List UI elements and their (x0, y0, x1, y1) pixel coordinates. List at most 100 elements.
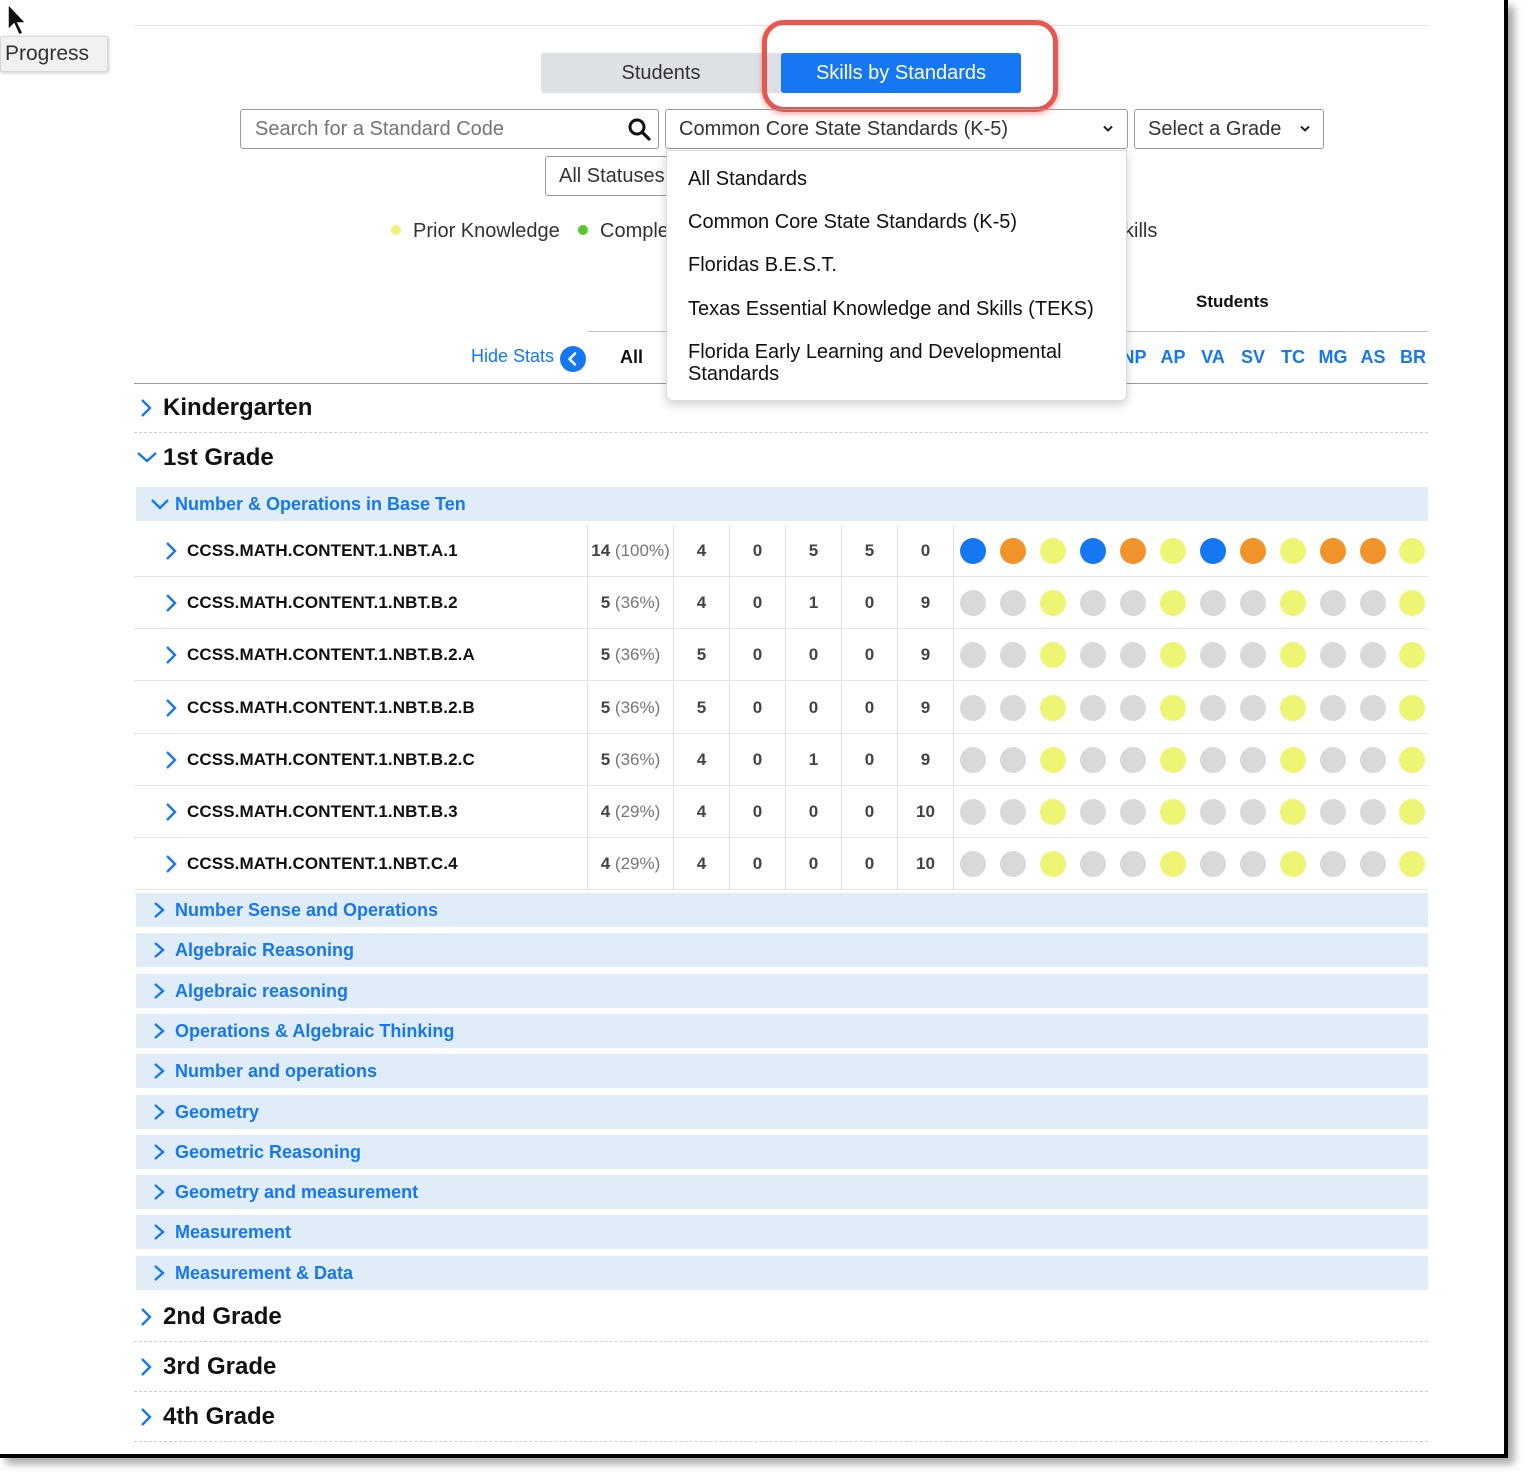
student-status-dot[interactable] (1360, 538, 1386, 564)
grade-row-3rd[interactable]: 3rd Grade (134, 1343, 1428, 1392)
student-status-dot[interactable] (1280, 694, 1306, 721)
student-status-dot[interactable] (960, 746, 986, 773)
student-status-dot[interactable] (1000, 799, 1026, 825)
student-status-dot[interactable] (1160, 694, 1186, 721)
student-status-dot[interactable] (1200, 590, 1226, 617)
student-status-dot[interactable] (1240, 694, 1266, 721)
student-status-dot[interactable] (1399, 746, 1425, 773)
student-status-dot[interactable] (1200, 538, 1226, 564)
student-status-dot[interactable] (1200, 746, 1226, 773)
student-status-dot[interactable] (1120, 851, 1146, 878)
student-status-dot[interactable] (1200, 799, 1226, 825)
student-status-dot[interactable] (1040, 694, 1066, 721)
grade-row-4th[interactable]: 4th Grade (134, 1393, 1428, 1442)
student-status-dot[interactable] (1280, 590, 1306, 617)
student-status-dot[interactable] (1280, 799, 1306, 825)
student-initials-header[interactable]: SV (1233, 347, 1273, 368)
student-status-dot[interactable] (1120, 538, 1146, 564)
student-status-dot[interactable] (1160, 851, 1186, 878)
student-status-dot[interactable] (1120, 799, 1146, 825)
dropdown-option[interactable]: All Standards (688, 168, 1108, 190)
domain-row[interactable]: Geometry and measurement (136, 1175, 1428, 1210)
student-status-dot[interactable] (1120, 590, 1146, 617)
student-status-dot[interactable] (1240, 538, 1266, 564)
student-initials-header[interactable]: TC (1273, 347, 1313, 368)
student-status-dot[interactable] (1000, 694, 1026, 721)
student-initials-header[interactable]: MG (1313, 347, 1353, 368)
student-status-dot[interactable] (1120, 694, 1146, 721)
domain-row[interactable]: Algebraic reasoning (136, 973, 1428, 1008)
domain-row[interactable]: Number Sense and Operations (136, 893, 1428, 927)
student-status-dot[interactable] (1000, 642, 1026, 669)
domain-row[interactable]: Algebraic Reasoning (136, 933, 1428, 968)
tab-students[interactable]: Students (541, 53, 781, 93)
student-status-dot[interactable] (960, 694, 986, 721)
dropdown-option[interactable]: Florida Early Learning and Developmental… (688, 341, 1088, 385)
student-status-dot[interactable] (1280, 642, 1306, 669)
student-status-dot[interactable] (1080, 746, 1106, 773)
student-status-dot[interactable] (960, 851, 986, 878)
dropdown-option[interactable]: Texas Essential Knowledge and Skills (TE… (688, 298, 1108, 320)
domain-row[interactable]: Measurement (136, 1215, 1428, 1250)
student-status-dot[interactable] (1360, 851, 1386, 878)
student-status-dot[interactable] (1040, 746, 1066, 773)
standard-row[interactable]: CCSS.MATH.CONTENT.1.NBT.C.4 4 (29%) 4 0 0 0 10 (134, 838, 1428, 891)
standard-row[interactable]: CCSS.MATH.CONTENT.1.NBT.A.1 14 (100%) 4 0 5 5… (134, 525, 1428, 577)
student-status-dot[interactable] (1120, 642, 1146, 669)
student-status-dot[interactable] (1080, 694, 1106, 721)
student-status-dot[interactable] (1399, 590, 1425, 617)
student-status-dot[interactable] (1280, 851, 1306, 878)
student-status-dot[interactable] (1399, 538, 1425, 564)
student-status-dot[interactable] (1160, 642, 1186, 669)
chevron-left-icon[interactable] (560, 346, 586, 372)
standard-row[interactable]: CCSS.MATH.CONTENT.1.NBT.B.2.B 5 (36%) 5 0 0 0… (134, 681, 1428, 734)
student-status-dot[interactable] (1399, 851, 1425, 878)
student-status-dot[interactable] (1399, 642, 1425, 669)
student-status-dot[interactable] (1200, 851, 1226, 878)
student-status-dot[interactable] (1240, 851, 1266, 878)
student-status-dot[interactable] (1080, 851, 1106, 878)
student-status-dot[interactable] (1399, 799, 1425, 825)
student-status-dot[interactable] (1040, 538, 1066, 564)
student-status-dot[interactable] (1160, 590, 1186, 617)
student-status-dot[interactable] (960, 538, 986, 564)
standard-row[interactable]: CCSS.MATH.CONTENT.1.NBT.B.2.A 5 (36%) 5 0 0 0… (134, 629, 1428, 682)
student-status-dot[interactable] (1040, 642, 1066, 669)
grade-row-1st[interactable]: 1st Grade (134, 434, 1428, 483)
student-status-dot[interactable] (1320, 799, 1346, 825)
student-status-dot[interactable] (1360, 642, 1386, 669)
student-status-dot[interactable] (1160, 746, 1186, 773)
student-status-dot[interactable] (1120, 746, 1146, 773)
standard-row[interactable]: CCSS.MATH.CONTENT.1.NBT.B.3 4 (29%) 4 0 0 0 10 (134, 786, 1428, 838)
student-status-dot[interactable] (1360, 746, 1386, 773)
dropdown-option[interactable]: Floridas B.E.S.T. (688, 254, 1108, 276)
student-initials-header[interactable]: BR (1393, 347, 1433, 368)
student-status-dot[interactable] (960, 642, 986, 669)
student-status-dot[interactable] (1080, 538, 1106, 564)
student-status-dot[interactable] (1160, 538, 1186, 564)
student-status-dot[interactable] (960, 799, 986, 825)
student-status-dot[interactable] (1040, 799, 1066, 825)
student-status-dot[interactable] (1200, 694, 1226, 721)
hide-stats-link[interactable]: Hide Stats (471, 346, 554, 367)
domain-row[interactable]: Number and operations (136, 1054, 1428, 1089)
student-status-dot[interactable] (960, 590, 986, 617)
grade-row-2nd[interactable]: 2nd Grade (134, 1293, 1428, 1342)
student-initials-header[interactable]: AS (1353, 347, 1393, 368)
standard-set-select[interactable]: Common Core State Standards (K-5) (665, 109, 1128, 149)
student-status-dot[interactable] (1320, 746, 1346, 773)
student-initials-header[interactable]: VA (1193, 347, 1233, 368)
student-status-dot[interactable] (1320, 694, 1346, 721)
student-status-dot[interactable] (1080, 799, 1106, 825)
standard-search-input[interactable] (240, 109, 659, 149)
student-status-dot[interactable] (1040, 851, 1066, 878)
standard-row[interactable]: CCSS.MATH.CONTENT.1.NBT.B.2.C 5 (36%) 4 0 1 0… (134, 733, 1428, 786)
student-status-dot[interactable] (1320, 538, 1346, 564)
student-status-dot[interactable] (1240, 746, 1266, 773)
student-status-dot[interactable] (1280, 746, 1306, 773)
student-status-dot[interactable] (1320, 642, 1346, 669)
student-status-dot[interactable] (1240, 799, 1266, 825)
student-status-dot[interactable] (1399, 694, 1425, 721)
student-status-dot[interactable] (1000, 851, 1026, 878)
student-status-dot[interactable] (1240, 642, 1266, 669)
